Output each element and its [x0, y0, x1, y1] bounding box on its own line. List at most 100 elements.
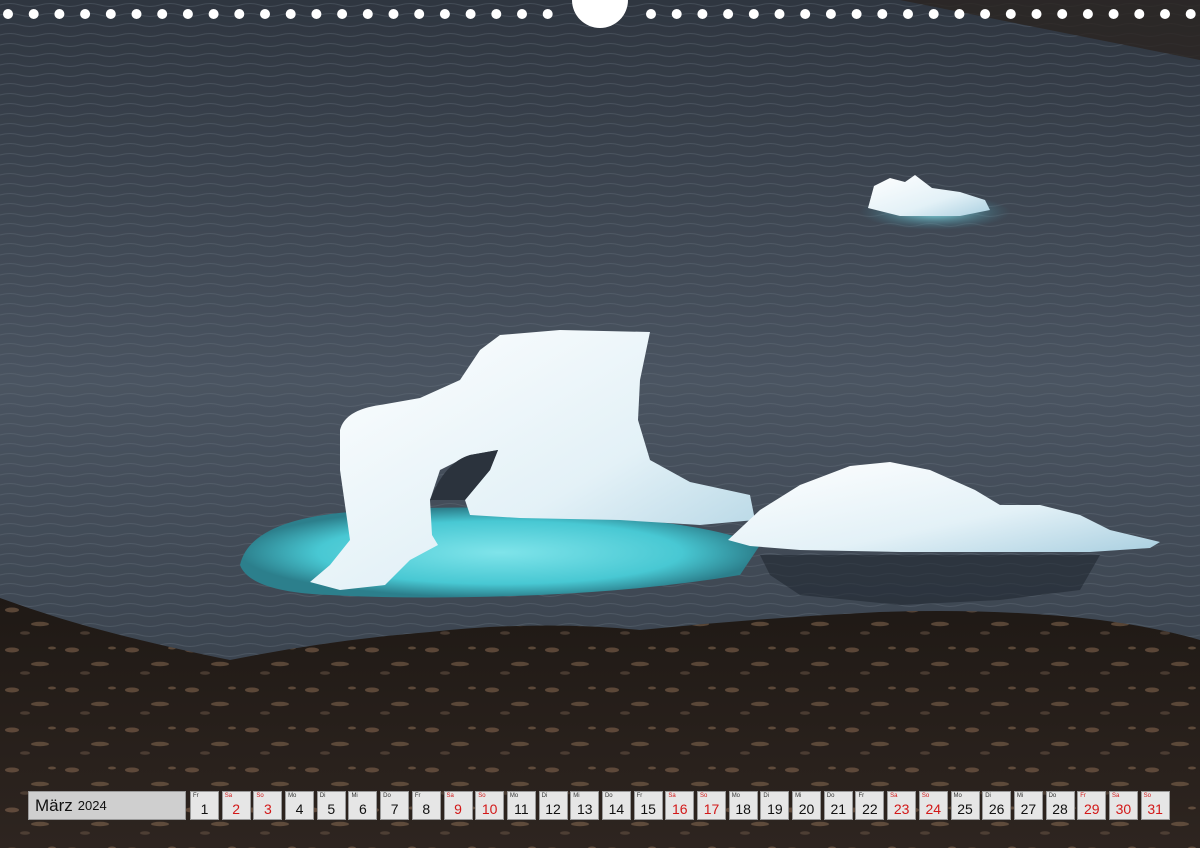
day-number: 14 — [608, 801, 625, 817]
day-number: 11 — [514, 801, 529, 817]
day-number: 22 — [862, 801, 878, 817]
binding-hole — [723, 9, 734, 19]
binding-hole — [517, 9, 527, 19]
binding-hole — [388, 9, 399, 19]
day-cell: Mi 20 — [792, 791, 822, 820]
day-cell: Di 19 — [760, 791, 790, 820]
day-number: 19 — [767, 801, 783, 817]
binding-hole — [465, 9, 476, 19]
day-cell: So 17 — [697, 791, 726, 820]
binding-hole — [1160, 9, 1170, 19]
day-cell: Fr 1 — [190, 791, 219, 820]
day-cell: Do 7 — [380, 791, 410, 820]
binding-hole — [414, 9, 425, 19]
day-abbreviation: Di — [985, 793, 991, 799]
day-abbreviation: Di — [319, 793, 326, 799]
binding-hole — [774, 9, 785, 19]
day-cell: Mi 27 — [1013, 791, 1043, 820]
day-abbreviation: So — [256, 793, 264, 799]
binding-hole — [1185, 9, 1196, 19]
binding-hole — [260, 9, 270, 19]
binding-hole — [1134, 9, 1145, 19]
day-cell: Mo 4 — [285, 791, 315, 820]
binding-hole — [54, 9, 65, 19]
day-cell: Mi 13 — [570, 791, 600, 820]
binding-hole — [28, 9, 39, 19]
binding-hole — [439, 9, 450, 19]
day-abbreviation: Do — [1048, 793, 1057, 799]
day-cell: Fr 8 — [411, 791, 441, 820]
day-number: 1 — [200, 801, 209, 817]
day-cells: Fr 1 Sa 2 So 3 Mo 4 Di 5 Mi 6 Do 7 Fr 8 Sa 9 So 10 Mo 11 Di 12 M… — [190, 791, 1172, 820]
day-cell: Mi 6 — [348, 791, 378, 820]
day-cell: Do 14 — [601, 791, 631, 820]
day-number: 23 — [893, 801, 910, 817]
day-cell: Sa 30 — [1108, 791, 1138, 820]
day-number: 29 — [1083, 801, 1100, 817]
binding-hole — [80, 9, 91, 19]
day-number: 2 — [232, 801, 241, 817]
day-abbreviation: Mi — [573, 793, 580, 799]
day-abbreviation: Mi — [351, 793, 358, 799]
day-cell: Do 21 — [823, 791, 853, 820]
day-abbreviation: Sa — [446, 793, 454, 799]
day-number: 21 — [830, 801, 847, 817]
day-abbreviation: Mo — [509, 793, 519, 799]
day-number: 8 — [422, 801, 431, 817]
day-number: 5 — [327, 801, 336, 817]
binding-hole — [903, 9, 913, 19]
day-cell: Di 26 — [982, 791, 1012, 820]
day-cell: Fr 15 — [633, 791, 663, 820]
day-number: 9 — [454, 801, 462, 817]
month-year: 2024 — [77, 798, 107, 813]
day-abbreviation: So — [921, 793, 930, 799]
iceberg-photo — [0, 0, 1200, 848]
binding-hole — [131, 9, 142, 19]
day-abbreviation: So — [478, 793, 486, 799]
day-number: 30 — [1115, 801, 1132, 817]
day-abbreviation: Sa — [668, 793, 676, 799]
binding-hole — [1057, 9, 1068, 19]
day-number: 4 — [295, 801, 304, 817]
day-number: 18 — [735, 801, 751, 817]
day-abbreviation: Do — [383, 793, 391, 799]
binding-hole — [1082, 9, 1093, 19]
binding-hole — [491, 9, 502, 19]
day-cell: Sa 9 — [443, 791, 473, 820]
day-number: 27 — [1020, 801, 1037, 817]
binding-hole — [208, 9, 219, 19]
day-number: 7 — [390, 801, 399, 817]
day-number: 13 — [576, 801, 593, 817]
day-number: 25 — [957, 801, 973, 817]
day-number: 20 — [798, 801, 815, 817]
hanger-notch — [572, 0, 628, 28]
day-abbreviation: Mo — [731, 793, 741, 799]
binding-hole — [646, 9, 656, 19]
day-abbreviation: So — [700, 793, 708, 799]
binding-hole — [105, 9, 116, 19]
day-abbreviation: Mo — [953, 793, 962, 799]
month-label: März 2024 — [28, 791, 186, 820]
day-number: 12 — [545, 801, 561, 817]
binding-hole — [542, 9, 553, 19]
binding-hole — [851, 9, 862, 19]
day-abbreviation: Fr — [1080, 793, 1086, 799]
binding-hole — [157, 9, 168, 19]
day-cell: Fr 22 — [855, 791, 885, 820]
day-abbreviation: Sa — [890, 793, 898, 799]
binding-hole — [182, 9, 193, 19]
binding-hole — [954, 9, 965, 19]
day-cell: Sa 16 — [665, 791, 695, 820]
day-cell: Mo 25 — [950, 791, 980, 820]
day-abbreviation: Fr — [858, 793, 865, 799]
binding-hole — [311, 9, 322, 19]
day-cell: Di 5 — [316, 791, 346, 820]
day-cell: So 24 — [918, 791, 948, 820]
binding-hole — [362, 9, 373, 19]
binding-hole — [1108, 9, 1119, 19]
binding-hole — [337, 9, 348, 19]
binding-hole — [748, 9, 759, 19]
day-abbreviation: Sa — [224, 793, 233, 799]
day-cell: Sa 2 — [221, 791, 251, 820]
day-abbreviation: Di — [763, 793, 770, 799]
